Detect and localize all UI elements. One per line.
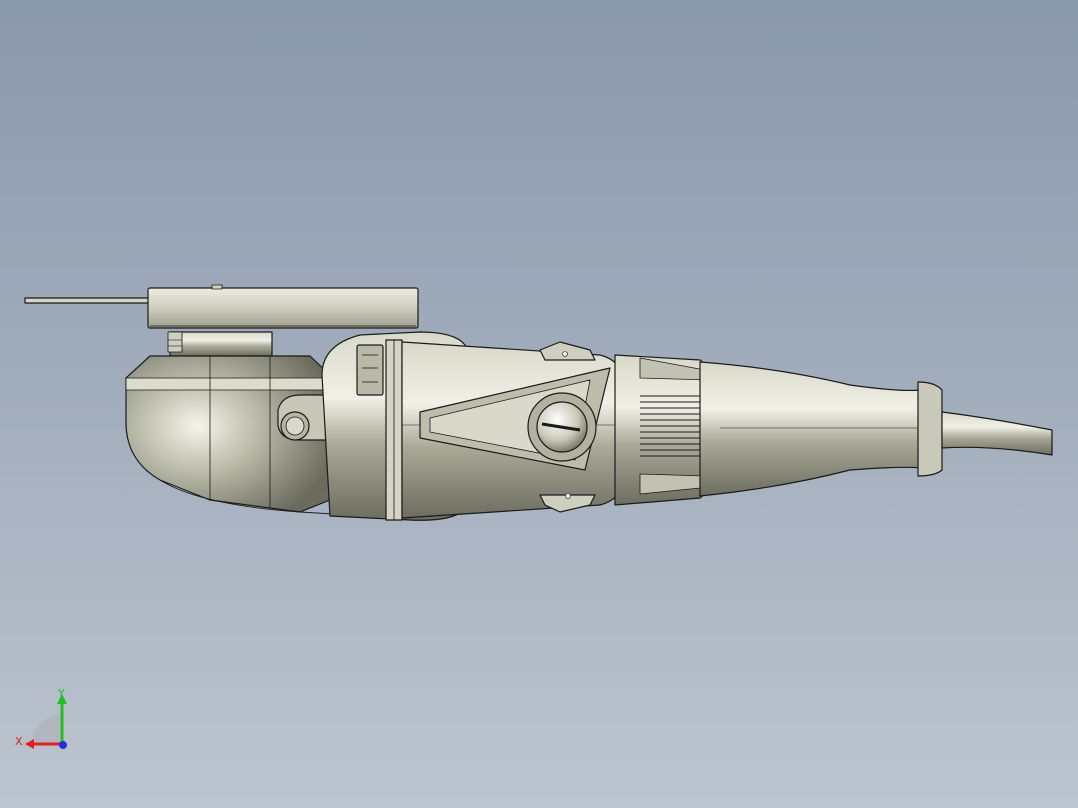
y-axis-label: Y xyxy=(57,687,65,700)
angle-grinder-model[interactable] xyxy=(0,0,1078,808)
cad-graphics-viewport[interactable]: Y X xyxy=(0,0,1078,808)
handle-end-cap xyxy=(917,381,943,477)
spindle-lock-button[interactable] xyxy=(356,344,384,396)
x-axis-arrowhead xyxy=(25,739,34,749)
spindle-collar xyxy=(169,331,273,357)
triad-plane-shade xyxy=(32,714,62,744)
orientation-triad: Y X xyxy=(15,687,67,749)
z-axis-dot xyxy=(59,741,67,749)
x-axis-label: X xyxy=(15,735,23,748)
disc-guard[interactable] xyxy=(147,287,419,329)
